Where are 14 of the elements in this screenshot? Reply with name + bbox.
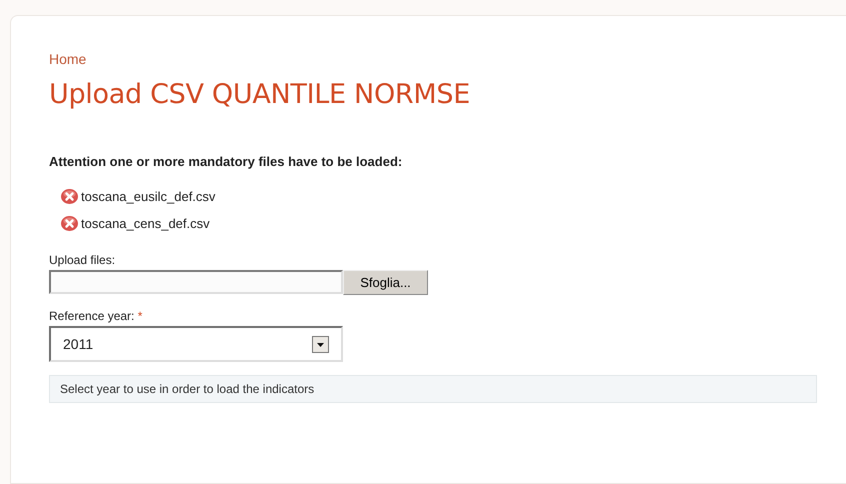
required-mark: * xyxy=(138,309,142,323)
page-title: Upload CSV QUANTILE NORMSE xyxy=(49,79,471,110)
field-description: Select year to use in order to load the indicators xyxy=(49,375,817,403)
breadcrumb-link[interactable]: Home xyxy=(49,51,86,67)
error-icon xyxy=(61,189,78,204)
year-label: Reference year: xyxy=(49,309,134,323)
file-path-field[interactable] xyxy=(49,270,343,294)
warning-message: Attention one or more mandatory files have to be loaded: xyxy=(49,154,404,169)
error-icon xyxy=(61,216,78,231)
file-name: toscana_eusilc_def.csv xyxy=(81,189,216,204)
file-name: toscana_cens_def.csv xyxy=(81,216,210,231)
upload-label: Upload files: xyxy=(49,253,116,267)
year-select[interactable]: 2011 xyxy=(49,326,343,362)
browse-button[interactable]: Sfoglia... xyxy=(343,270,428,295)
